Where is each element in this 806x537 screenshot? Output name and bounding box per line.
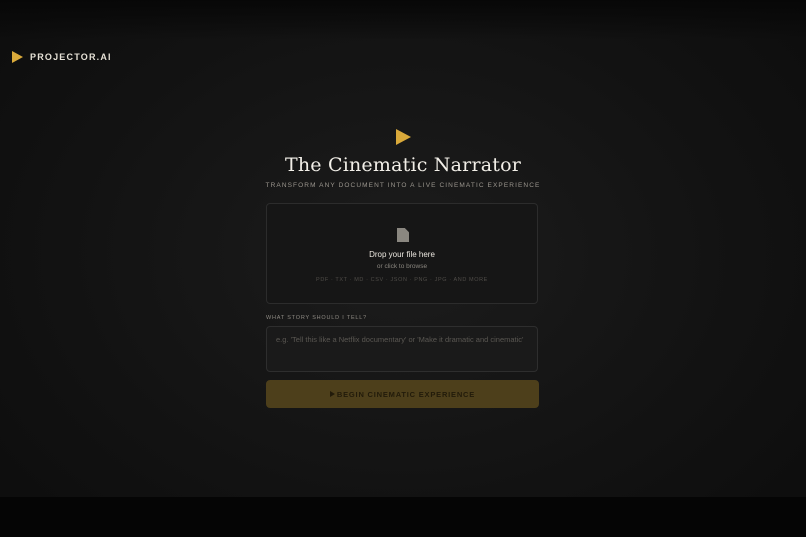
play-icon [329, 391, 335, 397]
file-dropzone[interactable]: Drop your file here or click to browse P… [266, 203, 538, 304]
begin-button-label: BEGIN CINEMATIC EXPERIENCE [336, 389, 476, 399]
page-title: The Cinematic Narrator [284, 154, 522, 176]
story-prompt-input[interactable] [266, 326, 538, 372]
story-prompt-label: WHAT STORY SHOULD I TELL? [266, 315, 367, 321]
file-icon [397, 228, 409, 242]
dropzone-title: Drop your file here [369, 250, 435, 259]
bottom-shade [0, 497, 806, 537]
page-subtitle: TRANSFORM ANY DOCUMENT INTO A LIVE CINEM… [265, 182, 541, 189]
brand-logo-link[interactable]: PROJECTOR.AI [12, 51, 112, 63]
begin-experience-button[interactable]: BEGIN CINEMATIC EXPERIENCE [266, 380, 539, 408]
play-icon [12, 51, 23, 63]
top-shade [0, 0, 806, 40]
play-icon [396, 129, 411, 145]
dropzone-subtitle: or click to browse [376, 263, 428, 270]
brand-name: PROJECTOR.AI [30, 52, 112, 62]
supported-formats: PDF · TXT · MD · CSV · JSON · PNG · JPG … [316, 277, 488, 283]
